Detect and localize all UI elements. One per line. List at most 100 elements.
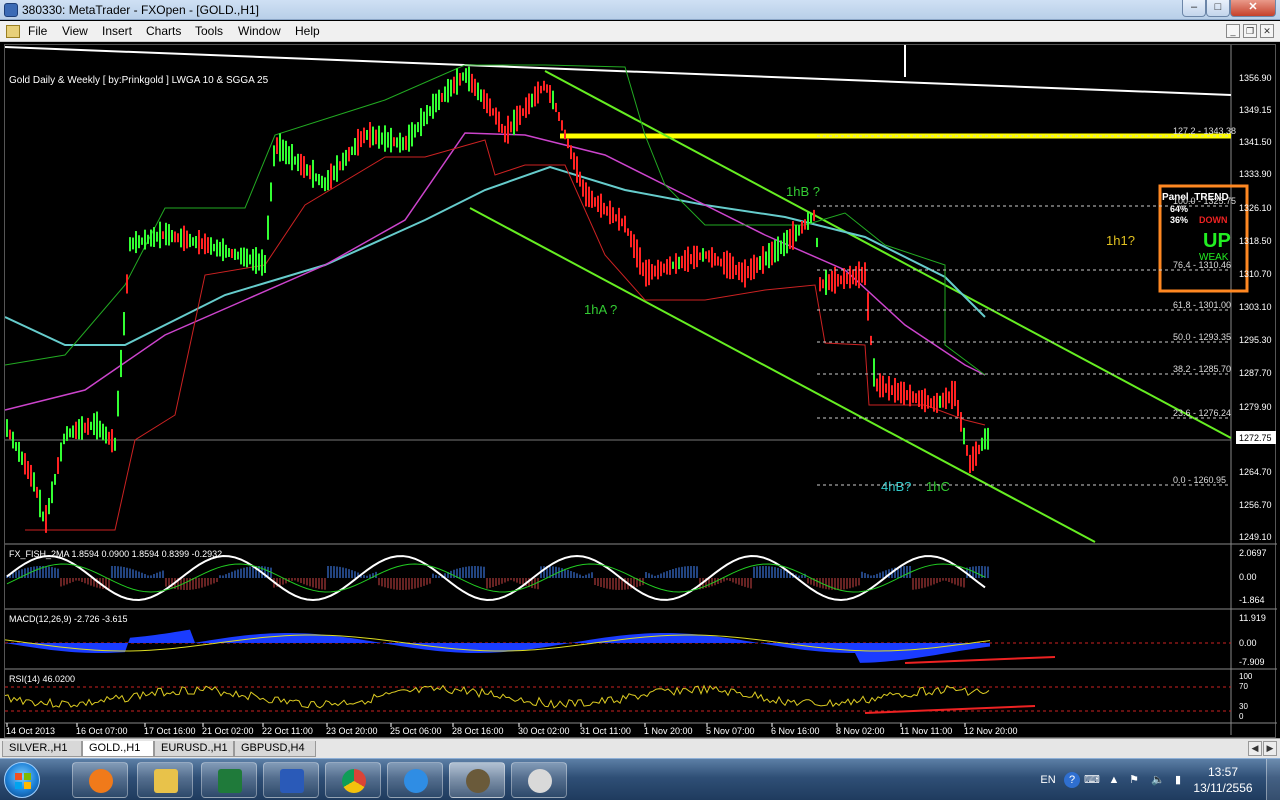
taskbar-file-explorer[interactable] [137, 762, 193, 798]
paint-icon [528, 769, 552, 793]
menu-help[interactable]: Help [295, 24, 320, 38]
time-tick-label: 31 Oct 11:00 [580, 726, 631, 736]
menu-file[interactable]: File [28, 24, 47, 38]
time-tick-label: 28 Oct 16:00 [452, 726, 504, 736]
metatrader-app-icon[interactable] [4, 3, 18, 17]
action-center-flag-icon[interactable]: ⚑ [1126, 772, 1142, 788]
price-chart[interactable]: Gold Daily & Weekly [ by:Prinkgold ] LWG… [5, 45, 1277, 739]
rsi-divergence-line [864, 705, 1036, 714]
fisher-indicator-window [6, 554, 989, 602]
wave-label-4hb: 4hB? [881, 479, 911, 494]
internet-explorer-icon [404, 769, 428, 793]
rsi-tick-label: 70 [1239, 682, 1248, 691]
macd-tick-label: -7.909 [1239, 657, 1265, 667]
volume-icon[interactable]: 🔈 [1150, 772, 1166, 788]
price-tick-label: 1264.70 [1239, 467, 1272, 477]
time-tick-label: 21 Oct 02:00 [202, 726, 254, 736]
wave-label-1hc: 1hC [926, 479, 950, 494]
wave-label-1h1: 1h1? [1106, 233, 1135, 248]
stop-line-red [25, 139, 986, 531]
time-tick-label: 5 Nov 07:00 [706, 726, 755, 736]
macd-tick-label: 11.919 [1239, 613, 1266, 623]
price-tick-label: 1318.50 [1239, 236, 1272, 246]
chart-window[interactable]: Gold Daily & Weekly [ by:Prinkgold ] LWG… [4, 44, 1277, 739]
maximize-button[interactable]: □ [1206, 0, 1230, 17]
taskbar-metatrader[interactable] [449, 762, 505, 798]
chart-window-icon[interactable] [6, 25, 20, 38]
menu-insert[interactable]: Insert [102, 24, 132, 38]
rsi-line [5, 684, 990, 709]
show-desktop-button[interactable] [1266, 759, 1280, 800]
time-tick-label: 17 Oct 16:00 [144, 726, 196, 736]
folder-icon [154, 769, 178, 793]
macd-histogram [5, 629, 990, 663]
taskbar-word[interactable] [263, 762, 319, 798]
menu-bar: File View Insert Charts Tools Window Hel… [0, 21, 1280, 42]
time-tick-label: 8 Nov 02:00 [836, 726, 885, 736]
macd-divergence-line [904, 656, 1056, 664]
metatrader-window: 380330: MetaTrader - FXOpen - [GOLD.,H1]… [0, 0, 1280, 800]
price-tick-label: 1349.15 [1239, 105, 1272, 115]
fib-level-label: 127.2 - 1343.38 [1173, 126, 1236, 136]
start-button[interactable] [4, 762, 40, 798]
language-indicator[interactable]: EN [1038, 772, 1058, 788]
price-tick-label: 1326.10 [1239, 203, 1272, 213]
chart-close-button[interactable]: ✕ [1260, 24, 1274, 38]
tab-silver-h1[interactable]: SILVER.,H1 [2, 741, 82, 757]
system-clock[interactable]: 13:57 13/11/2556 [1188, 764, 1258, 796]
keyboard-icon[interactable]: ⌨ [1084, 772, 1100, 788]
time-tick-label: 22 Oct 11:00 [262, 726, 313, 736]
menu-tools[interactable]: Tools [195, 24, 223, 38]
chart-restore-button[interactable]: ❐ [1243, 24, 1257, 38]
fisher-header: FX_FISH_2MA 1.8594 0.0900 1.8594 0.8399 … [9, 549, 222, 559]
word-icon [280, 769, 304, 793]
panel-trend-down: DOWN [1199, 215, 1228, 225]
chart-minimize-button[interactable]: _ [1226, 24, 1240, 38]
white-trendline [5, 46, 1232, 96]
taskbar-internet-explorer[interactable] [387, 762, 443, 798]
tab-scroll-left-icon[interactable]: ◀ [1248, 741, 1262, 756]
tab-gbpusd-h4[interactable]: GBPUSD,H4 [234, 741, 316, 757]
rsi-tick-label: 30 [1239, 702, 1248, 711]
media-player-icon [89, 769, 113, 793]
clock-date: 13/11/2556 [1193, 781, 1253, 795]
fib-level-label: 50.0 - 1293.35 [1173, 332, 1231, 342]
rsi-tick-label: 0 [1239, 712, 1244, 721]
chart-header: Gold Daily & Weekly [ by:Prinkgold ] LWG… [9, 75, 269, 86]
current-price-label: 1272.75 [1239, 433, 1272, 443]
macd-tick-label: 0.00 [1239, 638, 1257, 648]
price-tick-label: 1356.90 [1239, 73, 1272, 83]
menu-view[interactable]: View [62, 24, 88, 38]
time-tick-label: 11 Nov 11:00 [900, 726, 952, 736]
network-icon[interactable]: ▮ [1170, 772, 1186, 788]
macd-indicator-window [5, 629, 1231, 664]
minimize-button[interactable]: – [1182, 0, 1206, 17]
time-axis: 14 Oct 2013 16 Oct 07:00 17 Oct 16:00 21 Oc… [6, 723, 1018, 736]
fib-level-label: 23.6 - 1276.24 [1173, 408, 1231, 418]
time-tick-label: 6 Nov 16:00 [771, 726, 820, 736]
fisher-axis: 2.0697 0.00 -1.864 [1239, 548, 1267, 605]
taskbar-media-player[interactable] [72, 762, 128, 798]
tab-eurusd-h1[interactable]: EURUSD.,H1 [154, 741, 234, 757]
show-hidden-icons-icon[interactable]: ▲ [1106, 772, 1122, 788]
menu-charts[interactable]: Charts [146, 24, 181, 38]
fisher-tick-label: 0.00 [1239, 572, 1257, 582]
metatrader-icon [466, 769, 490, 793]
fibonacci-levels: 127.2 - 1343.38 100.0 - 1325.75 76.4 - 131… [817, 126, 1236, 486]
chart-tab-bar: SILVER.,H1 GOLD.,H1 EURUSD.,H1 GBPUSD,H4… [0, 738, 1280, 758]
taskbar-excel[interactable] [201, 762, 257, 798]
title-bar[interactable]: 380330: MetaTrader - FXOpen - [GOLD.,H1]… [0, 0, 1280, 20]
fisher-tick-label: 2.0697 [1239, 548, 1267, 558]
rsi-tick-label: 100 [1239, 672, 1253, 681]
fib-level-label: 38.2 - 1285.70 [1173, 364, 1231, 374]
windows-logo-icon [15, 773, 31, 789]
help-icon[interactable]: ? [1064, 772, 1080, 788]
menu-window[interactable]: Window [238, 24, 281, 38]
taskbar-chrome[interactable] [325, 762, 381, 798]
tab-gold-h1[interactable]: GOLD.,H1 [82, 741, 154, 757]
price-tick-label: 1295.30 [1239, 335, 1272, 345]
macd-header: MACD(12,26,9) -2.726 -3.615 [9, 614, 128, 624]
close-button[interactable]: ✕ [1230, 0, 1276, 17]
tab-scroll-right-icon[interactable]: ▶ [1263, 741, 1277, 756]
taskbar-paint[interactable] [511, 762, 567, 798]
